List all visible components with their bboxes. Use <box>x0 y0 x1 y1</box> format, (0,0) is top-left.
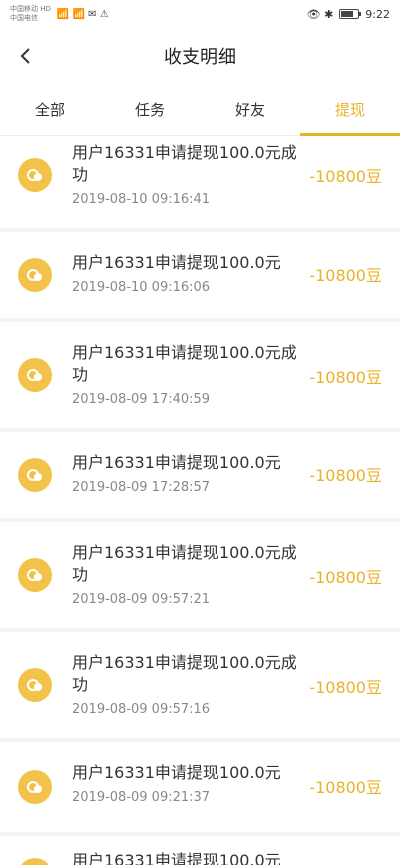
record-time: 2019-08-10 09:16:06 <box>72 280 211 295</box>
record-desc: 用户16331申请提现100.0元 <box>72 763 281 782</box>
record-text: 用户16331申请提现100.0元 2019-08-09 09:21:37 <box>72 762 297 805</box>
status-bar: 中国移动 HD 中国电信 📶 📶 ✉ ⚠ 👁 ✱ 9:22 <box>0 0 400 28</box>
status-right: 👁 ✱ 9:22 <box>307 8 390 21</box>
list-item: 用户16331申请提现100.0元成功 2019-08-09 09:57:16 … <box>0 632 400 738</box>
record-time: 2019-08-10 09:16:41 <box>72 192 211 207</box>
record-text: 用户16331申请提现100.0元成功 2019-08-09 09:57:21 <box>72 542 297 607</box>
list-item: 用户16331申请提现100.0元成功 2019-08-10 09:16:41 … <box>0 136 400 228</box>
record-time: 2019-08-09 09:21:37 <box>72 790 211 805</box>
record-time: 2019-08-09 17:40:59 <box>72 392 211 407</box>
chevron-left-icon <box>20 48 30 64</box>
back-button[interactable] <box>10 40 42 72</box>
record-amount: -10800豆 <box>309 568 382 587</box>
record-desc: 用户16331申请提现100.0元 <box>72 851 281 865</box>
record-amount: -10800豆 <box>309 167 382 186</box>
record-amount: -10800豆 <box>309 368 382 387</box>
record-amount: -10800豆 <box>309 466 382 485</box>
carrier-primary: 中国移动 HD <box>10 5 51 13</box>
record-desc: 用户16331申请提现100.0元 <box>72 453 281 472</box>
tab-friends[interactable]: 好友 <box>200 84 300 135</box>
record-desc: 用户16331申请提现100.0元成功 <box>72 653 297 694</box>
record-time: 2019-08-09 17:28:57 <box>72 480 211 495</box>
coin-bag-icon <box>18 258 52 292</box>
record-desc: 用户16331申请提现100.0元成功 <box>72 143 297 184</box>
carrier-secondary: 中国电信 <box>10 14 38 22</box>
record-text: 用户16331申请提现100.0元成功 2019-08-10 09:16:41 <box>72 142 297 207</box>
record-text: 用户16331申请提现100.0元 <box>72 850 297 865</box>
record-text: 用户16331申请提现100.0元 2019-08-09 17:28:57 <box>72 452 297 495</box>
coin-bag-icon <box>18 558 52 592</box>
status-left: 中国移动 HD 中国电信 📶 📶 ✉ ⚠ <box>10 5 109 23</box>
record-amount: -10800豆 <box>309 778 382 797</box>
record-text: 用户16331申请提现100.0元成功 2019-08-09 09:57:16 <box>72 652 297 717</box>
record-list[interactable]: 用户16331申请提现100.0元成功 2019-08-10 09:16:41 … <box>0 136 400 865</box>
clock: 9:22 <box>365 7 390 21</box>
list-item: 用户16331申请提现100.0元成功 2019-08-09 17:40:59 … <box>0 322 400 428</box>
record-amount: -10800豆 <box>309 678 382 697</box>
record-amount: -10800豆 <box>309 266 382 285</box>
battery-icon <box>339 9 362 19</box>
nav-bar: 收支明细 <box>0 28 400 84</box>
tab-withdraw[interactable]: 提现 <box>300 84 400 136</box>
page-title: 收支明细 <box>164 47 236 68</box>
record-desc: 用户16331申请提现100.0元成功 <box>72 543 297 584</box>
list-item: 用户16331申请提现100.0元 2019-08-09 09:21:37 -1… <box>0 742 400 832</box>
record-text: 用户16331申请提现100.0元 2019-08-10 09:16:06 <box>72 252 297 295</box>
eye-icon: 👁 ✱ <box>306 7 334 21</box>
coin-bag-icon <box>18 158 52 192</box>
carrier-info: 中国移动 HD 中国电信 <box>10 5 51 23</box>
coin-bag-icon <box>18 358 52 392</box>
list-item: 用户16331申请提现100.0元 2019-08-10 09:16:06 -1… <box>0 232 400 318</box>
list-item: 用户16331申请提现100.0元成功 2019-08-09 09:57:21 … <box>0 522 400 628</box>
tab-bar: 全部 任务 好友 提现 <box>0 84 400 136</box>
coin-bag-icon <box>18 458 52 492</box>
signal-icons: 📶 📶 ✉ ⚠ <box>56 8 109 20</box>
coin-bag-icon <box>18 858 52 865</box>
tab-tasks[interactable]: 任务 <box>100 84 200 135</box>
coin-bag-icon <box>18 770 52 804</box>
record-text: 用户16331申请提现100.0元成功 2019-08-09 17:40:59 <box>72 342 297 407</box>
coin-bag-icon <box>18 668 52 702</box>
list-item: 用户16331申请提现100.0元 <box>0 836 400 865</box>
list-item: 用户16331申请提现100.0元 2019-08-09 17:28:57 -1… <box>0 432 400 518</box>
record-desc: 用户16331申请提现100.0元成功 <box>72 343 297 384</box>
record-time: 2019-08-09 09:57:21 <box>72 592 211 607</box>
record-desc: 用户16331申请提现100.0元 <box>72 253 281 272</box>
record-time: 2019-08-09 09:57:16 <box>72 702 211 717</box>
tab-all[interactable]: 全部 <box>0 84 100 135</box>
